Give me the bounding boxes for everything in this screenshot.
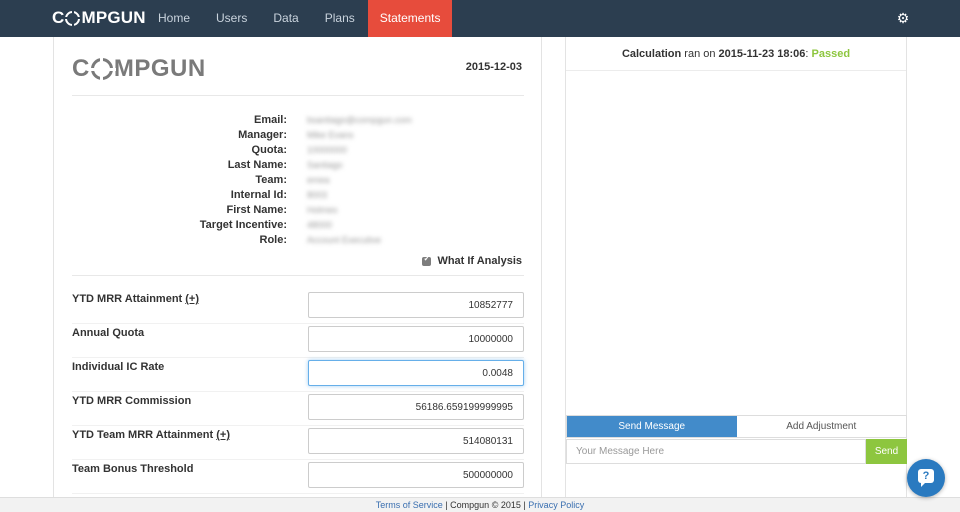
logo-text-end: MPGUN (113, 55, 206, 82)
info-label: Manager: (238, 129, 287, 141)
field-label-text: Team Bonus Threshold (72, 463, 194, 475)
calc-prefix: Calculation (621, 48, 682, 60)
gear-icon[interactable]: ⚙ (896, 11, 910, 25)
brand-text-end: MPGUN (81, 8, 146, 27)
row-divider (72, 459, 524, 460)
info-value: Account Executive (307, 235, 382, 245)
expand-link[interactable]: (+) (185, 293, 199, 305)
info-row-internal-id: Internal Id: 8003 (72, 188, 524, 203)
info-label: Quota: (251, 144, 287, 156)
nav-links: Home Users Data Plans Statements (145, 0, 453, 37)
individual-ic-rate-input[interactable] (308, 360, 524, 386)
tab-add-adjustment[interactable]: Add Adjustment (736, 416, 906, 437)
footer: Terms of Service | Compgun © 2015 | Priv… (0, 497, 960, 512)
divider (72, 275, 524, 276)
row-divider (72, 323, 524, 324)
nav-statements[interactable]: Statements (367, 0, 453, 37)
tab-send-message[interactable]: Send Message (567, 416, 737, 437)
nav-users[interactable]: Users (203, 0, 260, 37)
info-label: Internal Id: (230, 189, 287, 201)
ytd-mrr-attainment-input[interactable] (308, 292, 524, 318)
info-row-first-name: First Name: Holmes (72, 203, 524, 218)
info-value: Santiago (307, 160, 343, 170)
status-badge: Passed (811, 48, 851, 60)
info-label: First Name: (226, 204, 287, 216)
row-divider (72, 493, 524, 494)
message-input[interactable] (566, 439, 866, 464)
field-label-ytd-mrr-commission: YTD MRR Commission (72, 395, 191, 407)
privacy-policy-link[interactable]: Privacy Policy (528, 500, 584, 510)
top-navbar: C MPGUN Home Users Data Plans Statements … (0, 0, 960, 37)
info-row-quota: Quota: 10000000 (72, 143, 524, 158)
info-label: Last Name: (227, 159, 287, 171)
info-label: Team: (255, 174, 287, 186)
compgun-logo: C MPGUN (72, 55, 206, 83)
field-label-text: YTD MRR Commission (72, 395, 192, 407)
calculation-status: Calculation ran on 2015-11-23 18:06: Pas… (566, 48, 906, 60)
info-value: 48000 (307, 220, 333, 230)
info-value: emea (307, 175, 330, 185)
row-divider (72, 357, 524, 358)
info-row-email: Email: bsantiago@compgun.com (72, 113, 524, 128)
info-label: Role: (259, 234, 288, 246)
info-row-target-incentive: Target Incentive: 48000 (72, 218, 524, 233)
ytd-team-mrr-attainment-input[interactable] (308, 428, 524, 454)
nav-home[interactable]: Home (145, 0, 203, 37)
field-label-text: YTD Team MRR Attainment (72, 429, 214, 441)
statement-date: 2015-12-03 (465, 61, 522, 73)
nav-plans[interactable]: Plans (312, 0, 368, 37)
help-button[interactable]: ? (907, 459, 945, 497)
crosshair-icon (87, 55, 116, 83)
ytd-mrr-commission-input[interactable] (308, 394, 524, 420)
footer-copyright: | Compgun © 2015 | (442, 500, 529, 510)
expand-link[interactable]: (+) (216, 429, 230, 441)
divider (72, 95, 524, 96)
calculation-panel: Calculation ran on 2015-11-23 18:06: Pas… (565, 37, 907, 497)
crosshair-icon (63, 8, 83, 28)
info-row-manager: Manager: Mike Evans (72, 128, 524, 143)
info-value: Holmes (307, 205, 338, 215)
calc-datetime: 2015-11-23 18:06 (718, 48, 806, 60)
statement-panel: C MPGUN 2015-12-03 Email: bsantiago@compgu… (53, 37, 542, 497)
field-label-team-bonus-threshold: Team Bonus Threshold (72, 463, 193, 475)
team-bonus-threshold-input[interactable] (308, 462, 524, 488)
field-label-ytd-mrr-attainment: YTD MRR Attainment (+) (72, 293, 199, 305)
row-divider (72, 425, 524, 426)
row-divider (72, 391, 524, 392)
field-label-ytd-team-mrr-attainment: YTD Team MRR Attainment (+) (72, 429, 230, 441)
nav-data[interactable]: Data (260, 0, 311, 37)
message-composer: Send (566, 439, 907, 464)
brand-logo[interactable]: C MPGUN (52, 8, 146, 28)
field-label-annual-quota: Annual Quota (72, 327, 144, 339)
what-if-checkbox[interactable] (422, 254, 432, 266)
annual-quota-input[interactable] (308, 326, 524, 352)
info-row-team: Team: emea (72, 173, 524, 188)
info-value: 10000000 (307, 145, 348, 155)
info-value: 8003 (307, 190, 328, 200)
field-label-individual-ic-rate: Individual IC Rate (72, 361, 164, 373)
field-label-text: Annual Quota (72, 327, 145, 339)
info-row-role: Role: Account Executive (72, 233, 524, 248)
divider (566, 70, 906, 71)
terms-of-service-link[interactable]: Terms of Service (376, 500, 443, 510)
field-label-text: YTD MRR Attainment (72, 293, 183, 305)
field-label-text: Individual IC Rate (72, 361, 165, 373)
info-value: bsantiago@compgun.com (307, 115, 412, 125)
info-value: Mike Evans (307, 130, 354, 140)
help-chat-icon: ? (918, 469, 934, 487)
what-if-analysis[interactable]: What If Analysis (422, 254, 522, 267)
info-row-last-name: Last Name: Santiago (72, 158, 524, 173)
info-label: Target Incentive: (199, 219, 287, 231)
user-info: Email: bsantiago@compgun.com Manager: Mike… (72, 113, 524, 248)
what-if-label: What If Analysis (437, 255, 522, 267)
message-tabs: Send Message Add Adjustment (566, 415, 907, 438)
calc-mid: ran on (681, 48, 719, 60)
send-button[interactable]: Send (866, 439, 907, 464)
info-label: Email: (253, 114, 287, 126)
